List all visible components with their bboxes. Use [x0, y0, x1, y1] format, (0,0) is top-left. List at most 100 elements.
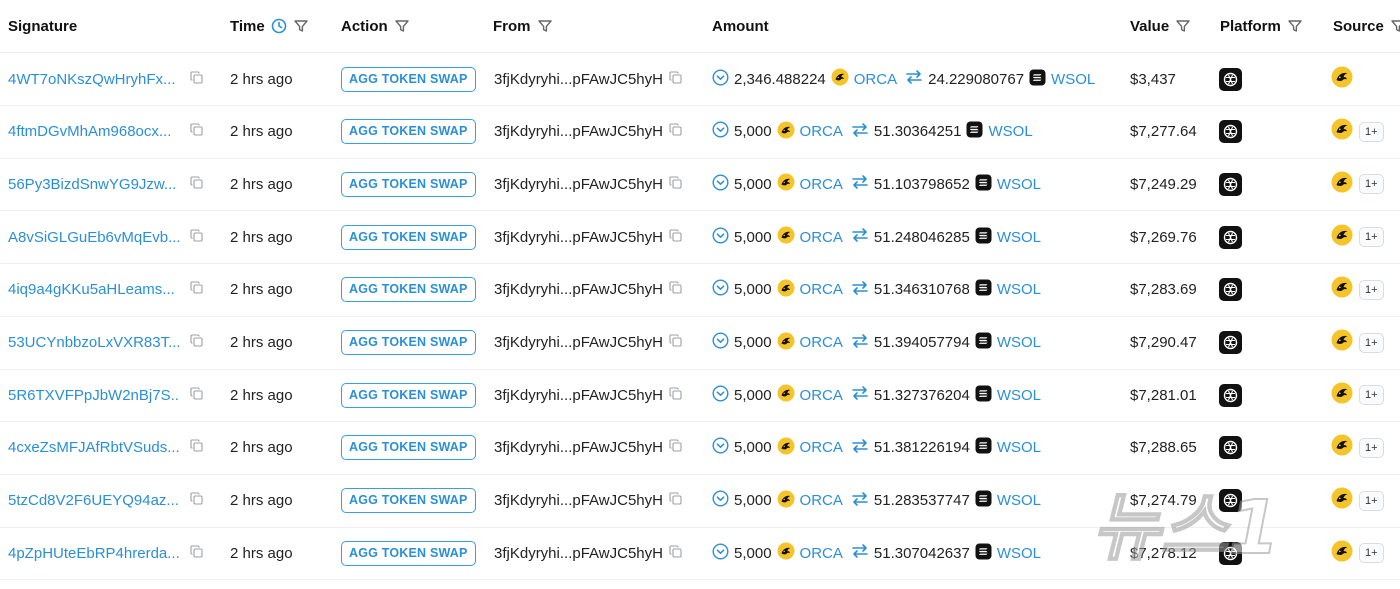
- token-out-link[interactable]: WSOL: [997, 387, 1041, 404]
- copy-icon[interactable]: [669, 229, 682, 246]
- chevron-circle-icon[interactable]: [712, 279, 729, 300]
- platform-logo-icon[interactable]: [1219, 67, 1242, 91]
- token-out-link[interactable]: WSOL: [997, 439, 1041, 456]
- copy-icon[interactable]: [669, 281, 682, 298]
- token-out-link[interactable]: WSOL: [997, 176, 1041, 193]
- token-in-link[interactable]: ORCA: [800, 229, 843, 246]
- platform-logo-icon[interactable]: [1219, 120, 1242, 144]
- from-address[interactable]: 3fjKdyryhi...pFAwJC5hyH: [494, 281, 663, 298]
- source-logo-icon[interactable]: [1331, 382, 1353, 409]
- token-out-link[interactable]: WSOL: [997, 492, 1041, 509]
- token-in-link[interactable]: ORCA: [800, 387, 843, 404]
- copy-icon[interactable]: [669, 387, 682, 404]
- filter-icon[interactable]: [1175, 18, 1191, 34]
- copy-icon[interactable]: [190, 281, 203, 298]
- token-in-link[interactable]: ORCA: [800, 334, 843, 351]
- filter-icon[interactable]: [394, 18, 410, 34]
- platform-logo-icon[interactable]: [1219, 541, 1242, 565]
- more-sources-badge[interactable]: 1+: [1359, 437, 1384, 458]
- action-badge[interactable]: AGG TOKEN SWAP: [341, 382, 476, 408]
- chevron-circle-icon[interactable]: [712, 332, 729, 353]
- platform-logo-icon[interactable]: [1219, 172, 1242, 196]
- filter-icon[interactable]: [537, 18, 553, 34]
- chevron-circle-icon[interactable]: [712, 437, 729, 458]
- copy-icon[interactable]: [190, 439, 203, 456]
- from-address[interactable]: 3fjKdyryhi...pFAwJC5hyH: [494, 123, 663, 140]
- signature-link[interactable]: 4WT7oNKszQwHryhFx...: [8, 71, 180, 88]
- more-sources-badge[interactable]: 1+: [1359, 121, 1384, 142]
- action-badge[interactable]: AGG TOKEN SWAP: [341, 488, 476, 514]
- copy-icon[interactable]: [669, 176, 682, 193]
- token-out-link[interactable]: WSOL: [997, 334, 1041, 351]
- copy-icon[interactable]: [190, 334, 203, 351]
- source-logo-icon[interactable]: [1331, 118, 1353, 145]
- token-in-link[interactable]: ORCA: [800, 123, 843, 140]
- token-out-link[interactable]: WSOL: [997, 281, 1041, 298]
- copy-icon[interactable]: [669, 123, 682, 140]
- action-badge[interactable]: AGG TOKEN SWAP: [341, 171, 476, 197]
- token-in-link[interactable]: ORCA: [800, 281, 843, 298]
- platform-logo-icon[interactable]: [1219, 278, 1242, 302]
- copy-icon[interactable]: [669, 439, 682, 456]
- signature-link[interactable]: 56Py3BizdSnwYG9Jzw...: [8, 176, 180, 193]
- from-address[interactable]: 3fjKdyryhi...pFAwJC5hyH: [494, 439, 663, 456]
- signature-link[interactable]: 4ftmDGvMhAm968ocx...: [8, 123, 180, 140]
- copy-icon[interactable]: [190, 545, 203, 562]
- platform-logo-icon[interactable]: [1219, 331, 1242, 354]
- action-badge[interactable]: AGG TOKEN SWAP: [341, 119, 476, 145]
- source-logo-icon[interactable]: [1331, 171, 1353, 198]
- token-out-link[interactable]: WSOL: [997, 545, 1041, 562]
- copy-icon[interactable]: [190, 176, 203, 193]
- signature-link[interactable]: 53UCYnbbzoLxVXR83T...: [8, 334, 180, 351]
- from-address[interactable]: 3fjKdyryhi...pFAwJC5hyH: [494, 229, 663, 246]
- source-logo-icon[interactable]: [1331, 329, 1353, 356]
- chevron-circle-icon[interactable]: [712, 385, 729, 406]
- platform-logo-icon[interactable]: [1219, 383, 1242, 407]
- token-in-link[interactable]: ORCA: [854, 71, 897, 88]
- more-sources-badge[interactable]: 1+: [1359, 332, 1384, 353]
- signature-link[interactable]: 5R6TXVFPpJbW2nBj7S...: [8, 387, 180, 404]
- token-in-link[interactable]: ORCA: [800, 545, 843, 562]
- more-sources-badge[interactable]: 1+: [1359, 279, 1384, 300]
- action-badge[interactable]: AGG TOKEN SWAP: [341, 330, 476, 355]
- filter-icon[interactable]: [293, 18, 309, 34]
- more-sources-badge[interactable]: 1+: [1359, 174, 1384, 195]
- copy-icon[interactable]: [190, 492, 203, 509]
- source-logo-icon[interactable]: [1331, 276, 1353, 303]
- token-out-link[interactable]: WSOL: [988, 123, 1032, 140]
- filter-icon[interactable]: [1287, 18, 1303, 34]
- from-address[interactable]: 3fjKdyryhi...pFAwJC5hyH: [494, 492, 663, 509]
- from-address[interactable]: 3fjKdyryhi...pFAwJC5hyH: [494, 545, 663, 562]
- signature-link[interactable]: A8vSiGLGuEb6vMqEvb...: [8, 229, 180, 246]
- copy-icon[interactable]: [669, 334, 682, 351]
- token-out-link[interactable]: WSOL: [997, 229, 1041, 246]
- more-sources-badge[interactable]: 1+: [1359, 543, 1384, 564]
- chevron-circle-icon[interactable]: [712, 121, 729, 142]
- from-address[interactable]: 3fjKdyryhi...pFAwJC5hyH: [494, 71, 663, 88]
- copy-icon[interactable]: [190, 387, 203, 404]
- source-logo-icon[interactable]: [1331, 487, 1353, 514]
- source-logo-icon[interactable]: [1331, 66, 1353, 93]
- from-address[interactable]: 3fjKdyryhi...pFAwJC5hyH: [494, 334, 663, 351]
- signature-link[interactable]: 4cxeZsMFJAfRbtVSuds...: [8, 439, 180, 456]
- copy-icon[interactable]: [190, 229, 203, 246]
- action-badge[interactable]: AGG TOKEN SWAP: [341, 540, 476, 566]
- source-logo-icon[interactable]: [1331, 540, 1353, 567]
- chevron-circle-icon[interactable]: [712, 543, 729, 564]
- copy-icon[interactable]: [669, 545, 682, 562]
- copy-icon[interactable]: [669, 70, 682, 88]
- copy-icon[interactable]: [190, 123, 203, 140]
- signature-link[interactable]: 5tzCd8V2F6UEYQ94az...: [8, 492, 180, 509]
- action-badge[interactable]: AGG TOKEN SWAP: [341, 66, 476, 92]
- from-address[interactable]: 3fjKdyryhi...pFAwJC5hyH: [494, 176, 663, 193]
- token-in-link[interactable]: ORCA: [800, 492, 843, 509]
- more-sources-badge[interactable]: 1+: [1359, 385, 1384, 406]
- chevron-circle-icon[interactable]: [712, 227, 729, 248]
- source-logo-icon[interactable]: [1331, 224, 1353, 251]
- action-badge[interactable]: AGG TOKEN SWAP: [341, 435, 476, 461]
- action-badge[interactable]: AGG TOKEN SWAP: [341, 224, 476, 250]
- more-sources-badge[interactable]: 1+: [1359, 227, 1384, 248]
- more-sources-badge[interactable]: 1+: [1359, 490, 1384, 511]
- signature-link[interactable]: 4pZpHUteEbRP4hrerda...: [8, 545, 180, 562]
- token-in-link[interactable]: ORCA: [800, 439, 843, 456]
